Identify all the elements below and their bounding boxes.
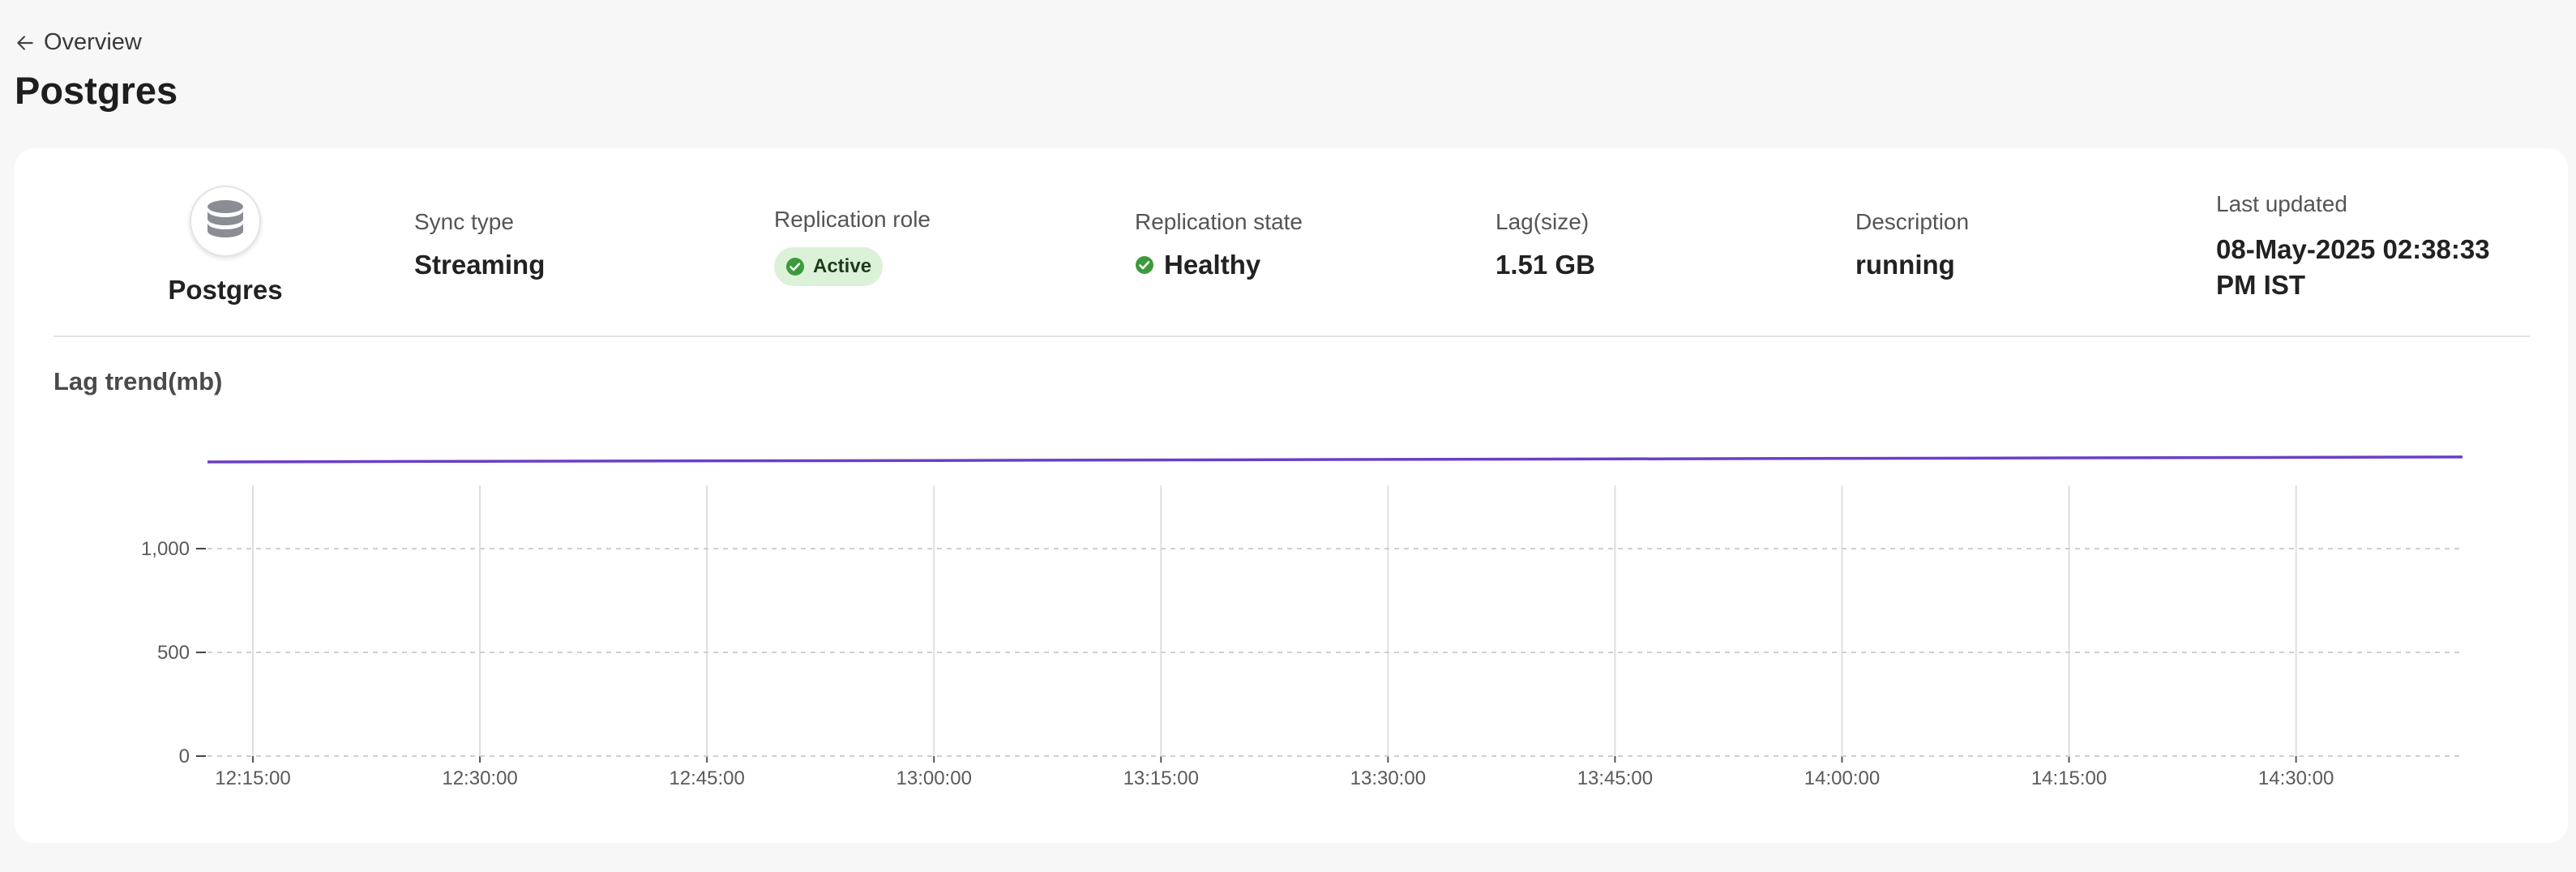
y-tick-label: 0 [179, 746, 190, 767]
x-tick-label: 13:45:00 [1577, 767, 1653, 789]
back-link-label: Overview [44, 29, 142, 55]
lag-trend-chart: 12:15:00 12:30:00 12:45:00 13:00:00 13:15:00… [141, 455, 2463, 789]
lag-series-line [207, 455, 2463, 464]
x-tick-label: 13:30:00 [1350, 767, 1426, 789]
back-to-overview-link[interactable]: Overview [15, 29, 142, 56]
x-tick-label: 13:00:00 [896, 767, 972, 789]
x-tick-label: 14:30:00 [2258, 767, 2334, 789]
replication-card: Postgres Sync type Streaming Replication… [15, 148, 2568, 843]
arrow-left-icon [17, 35, 33, 50]
y-tick-label: 500 [157, 642, 190, 664]
x-tick-label: 12:30:00 [442, 767, 517, 789]
x-tick-label: 14:15:00 [2031, 767, 2107, 789]
x-tick-label: 13:15:00 [1123, 767, 1199, 789]
page-title: Postgres [15, 69, 178, 112]
x-tick-label: 12:45:00 [669, 767, 744, 789]
x-tick-label: 14:00:00 [1804, 767, 1880, 789]
x-tick-label: 12:15:00 [215, 767, 290, 789]
y-tick-label: 1,000 [141, 538, 190, 560]
